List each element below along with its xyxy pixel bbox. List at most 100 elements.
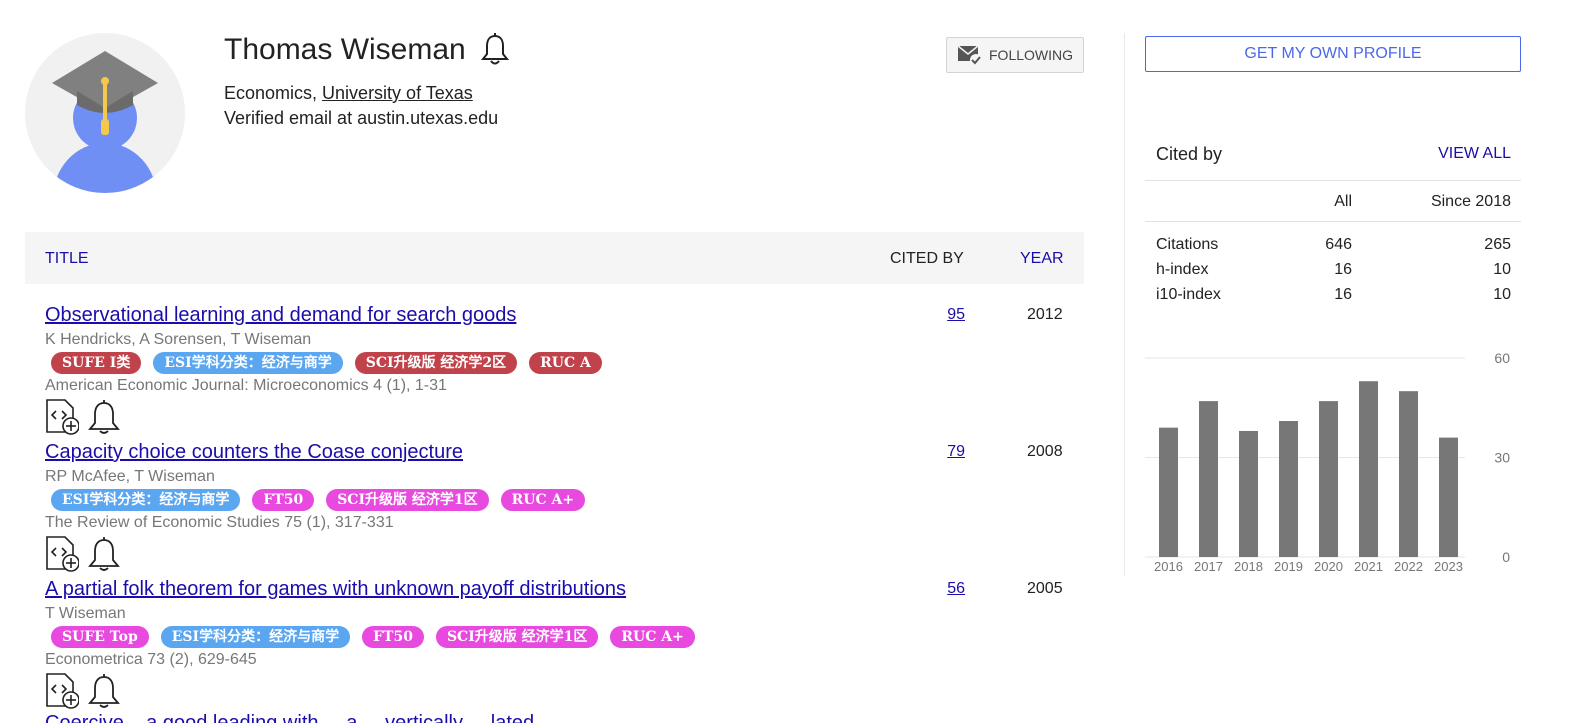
cited-by-title: Cited by [1156, 144, 1223, 164]
get-own-profile-button[interactable]: GET MY OWN PROFILE [1145, 36, 1521, 72]
tag-badge: ESI学科分类：经济与商学 [51, 489, 241, 511]
add-code-file-icon[interactable] [45, 673, 79, 709]
affiliation-link[interactable]: University of Texas [322, 83, 473, 103]
sort-by-cited[interactable]: CITED BY [890, 250, 964, 268]
articles-table-header: TITLE CITED BY YEAR [25, 232, 1084, 284]
article-venue: Econometrica 73 (2), 629-645 [45, 651, 257, 668]
chart-bar-2023[interactable] [1439, 437, 1458, 557]
article-tags: SUFE Top ESI学科分类：经济与商学 FT50 SCI升级版 经济学1区… [51, 626, 695, 648]
stat-all-value: 16 [1334, 286, 1352, 303]
tag-badge: FT50 [252, 489, 315, 511]
tag-badge: SUFE I类 [51, 352, 142, 374]
y-tick-label: 30 [1494, 450, 1510, 466]
stats-row-citations: Citations 646 265 [1145, 236, 1521, 261]
profile-affiliation: Economics, University of Texas [224, 83, 473, 104]
following-label: FOLLOWING [989, 47, 1074, 63]
add-code-file-icon[interactable] [45, 536, 79, 572]
cited-by-count[interactable]: 95 [945, 306, 965, 324]
stat-label: Citations [1156, 236, 1219, 253]
chart-bar-2022[interactable] [1399, 391, 1418, 557]
tag-badge: SCI升级版 经济学1区 [326, 489, 489, 511]
stat-since-value: 265 [1484, 236, 1511, 253]
alert-bell-icon[interactable] [87, 399, 121, 435]
tag-badge: SCI升级版 经济学2区 [354, 352, 518, 374]
x-tick-label: 2022 [1394, 559, 1423, 574]
article-actions [45, 399, 121, 435]
stats-col-all: All [1334, 193, 1352, 210]
article-title-link[interactable]: Observational learning and demand for se… [45, 304, 516, 327]
affiliation-field: Economics, [224, 83, 323, 103]
table-row: Observational learning and demand for se… [25, 304, 1084, 435]
article-year: 2012 [1027, 306, 1063, 323]
article-tags: SUFE I类 ESI学科分类：经济与商学 SCI升级版 经济学2区 RUC A [51, 352, 602, 374]
add-code-file-icon[interactable] [45, 399, 79, 435]
stats-row-i10-index: i10-index 16 10 [1145, 286, 1521, 311]
sort-by-title[interactable]: TITLE [45, 250, 89, 268]
chart-bar-2019[interactable] [1279, 421, 1298, 557]
article-year: 2008 [1027, 443, 1063, 460]
article-authors: T Wiseman [45, 605, 126, 622]
tag-badge: ESI学科分类：经济与商学 [153, 352, 343, 374]
chart-bar-2021[interactable] [1359, 381, 1378, 557]
tag-badge: SUFE Top [51, 626, 149, 648]
following-button[interactable]: FOLLOWING [946, 37, 1084, 73]
article-actions [45, 536, 121, 572]
profile-name-row: Thomas Wiseman [224, 33, 510, 67]
article-authors: K Hendricks, A Sorensen, T Wiseman [45, 331, 312, 348]
stat-label: i10-index [1156, 286, 1221, 303]
column-divider [1124, 33, 1125, 576]
tag-badge: RUC A+ [610, 626, 695, 648]
tag-badge: SCI升级版 经济学1区 [435, 626, 599, 648]
alert-bell-icon[interactable] [87, 536, 121, 572]
table-row: Capacity choice counters the Coase conje… [25, 441, 1084, 572]
profile-avatar [25, 33, 185, 193]
article-venue: American Economic Journal: Microeconomic… [45, 377, 447, 394]
chart-bar-2020[interactable] [1319, 401, 1338, 557]
avatar-graduation-icon [25, 33, 185, 193]
x-tick-label: 2019 [1274, 559, 1303, 574]
profile-email: Verified email at austin.utexas.edu [224, 108, 499, 128]
chart-bar-2017[interactable] [1199, 401, 1218, 557]
x-tick-label: 2021 [1354, 559, 1383, 574]
article-venue: The Review of Economic Studies 75 (1), 3… [45, 514, 394, 531]
follow-alert-bell-icon[interactable] [480, 33, 510, 67]
stats-row-h-index: h-index 16 10 [1145, 261, 1521, 286]
article-title-link[interactable]: A partial folk theorem for games with un… [45, 578, 626, 601]
chart-bar-2018[interactable] [1239, 430, 1258, 557]
profile-name: Thomas Wiseman [224, 33, 466, 66]
citations-bar-chart: 0 30 60 2016 2017 2018 2019 2020 2021 2022 2023 [1145, 350, 1510, 574]
view-all-link[interactable]: VIEW ALL [1438, 145, 1511, 163]
sort-by-year[interactable]: YEAR [1020, 250, 1064, 268]
x-tick-label: 2017 [1194, 559, 1223, 574]
x-tick-label: 2023 [1434, 559, 1463, 574]
cited-by-count[interactable]: 56 [945, 580, 965, 598]
article-title-link[interactable]: Capacity choice counters the Coase conje… [45, 441, 463, 464]
stats-col-since: Since 2018 [1430, 193, 1511, 210]
chart-bar-2016[interactable] [1159, 427, 1178, 557]
y-tick-label: 0 [1502, 549, 1510, 565]
article-title-link-truncated[interactable]: Coercive... a good leading with ... a ..… [45, 712, 534, 723]
y-tick-label: 60 [1494, 350, 1510, 366]
tag-badge: ESI学科分类：经济与商学 [160, 626, 351, 648]
stat-all-value: 16 [1334, 261, 1352, 278]
alert-bell-icon[interactable] [87, 673, 121, 709]
article-year: 2005 [1027, 580, 1063, 597]
cited-by-count[interactable]: 79 [945, 443, 965, 461]
stat-all-value: 646 [1325, 236, 1352, 253]
tag-badge: FT50 [362, 626, 424, 648]
mail-check-icon [957, 45, 982, 66]
article-authors: RP McAfee, T Wiseman [45, 468, 215, 485]
article-tags: ESI学科分类：经济与商学 FT50 SCI升级版 经济学1区 RUC A+ [51, 489, 586, 511]
stat-label: h-index [1156, 261, 1209, 278]
x-tick-label: 2020 [1314, 559, 1343, 574]
stat-since-value: 10 [1493, 286, 1511, 303]
x-tick-label: 2016 [1154, 559, 1183, 574]
article-actions [45, 673, 121, 709]
table-row: A partial folk theorem for games with un… [25, 578, 1084, 709]
x-tick-label: 2018 [1234, 559, 1263, 574]
tag-badge: RUC A [529, 352, 602, 374]
stats-column-headers: All Since 2018 [1145, 182, 1521, 222]
tag-badge: RUC A+ [500, 489, 586, 511]
stat-since-value: 10 [1493, 261, 1511, 278]
cited-by-header: Cited by VIEW ALL [1145, 133, 1521, 181]
